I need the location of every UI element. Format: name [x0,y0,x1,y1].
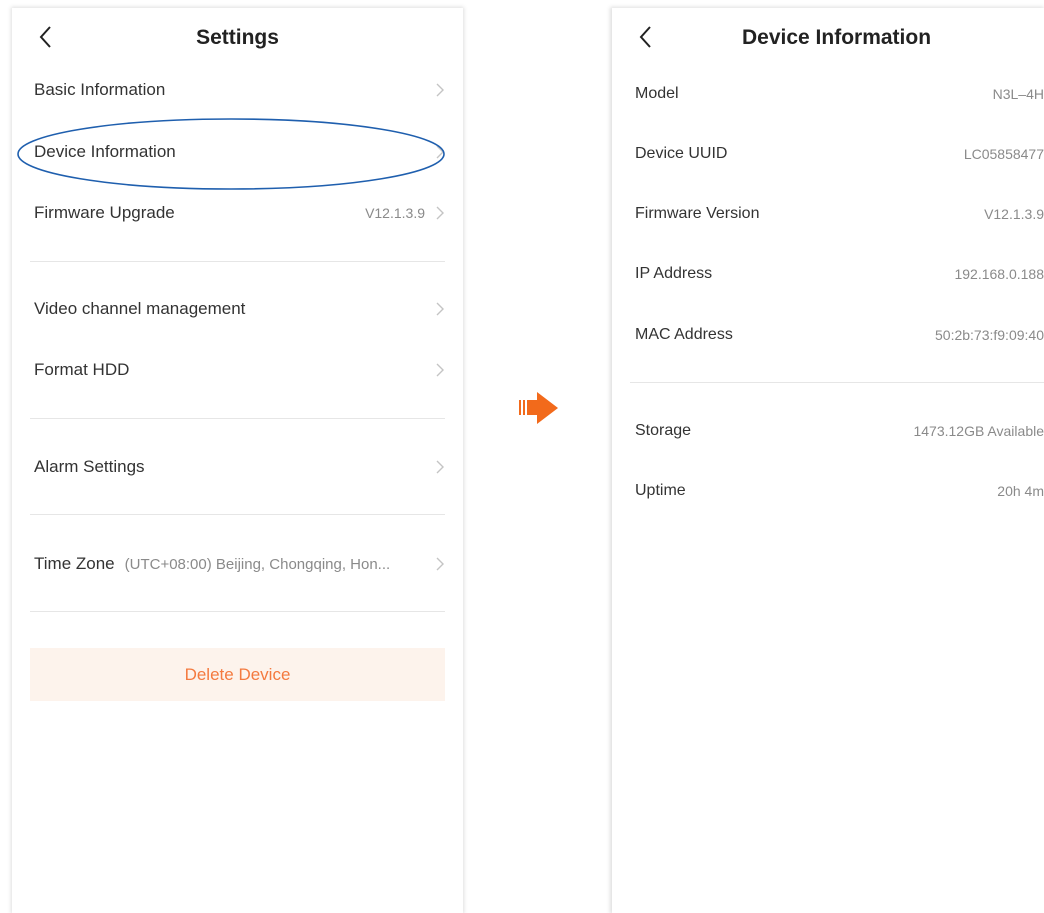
device-information-screen: Device Information Model N3L–4H Device U… [612,8,1044,913]
info-value: LC05858477 [963,146,1044,162]
row-label: Format HDD [34,360,130,379]
uptime-row: Uptime 20h 4m [635,471,1044,511]
info-label: MAC Address [635,326,733,343]
chevron-right-icon [436,302,444,316]
video-channel-management-row[interactable]: Video channel management [34,289,445,329]
page-title: Settings [196,26,279,49]
info-label: Device UUID [635,145,728,162]
chevron-right-icon [436,145,444,159]
model-row: Model N3L–4H [635,74,1044,114]
info-label: Model [635,85,679,102]
info-label: IP Address [635,265,713,282]
settings-screen: Settings Basic Information Device Inform… [12,8,463,913]
chevron-right-icon [436,557,444,571]
time-zone-row[interactable]: Time Zone (UTC+08:00) Beijing, Chongqing,… [34,544,445,584]
settings-header: Settings [12,8,463,66]
time-zone-value: (UTC+08:00) Beijing, Chongqing, Hon... [124,556,391,573]
chevron-right-icon [436,83,444,97]
arrow-right-icon [519,392,558,424]
chevron-right-icon [436,460,444,474]
delete-device-button[interactable]: Delete Device [30,648,445,701]
divider [30,261,445,262]
info-value: 192.168.0.188 [954,266,1044,282]
divider [30,514,445,515]
row-label: Firmware Upgrade [34,203,175,222]
back-button[interactable] [630,20,664,54]
firmware-version-row: Firmware Version V12.1.3.9 [635,194,1044,234]
info-value: V12.1.3.9 [984,206,1044,222]
divider [30,418,445,419]
row-label: Video channel management [34,299,246,318]
basic-information-row[interactable]: Basic Information [34,70,445,110]
info-value: 20h 4m [997,483,1044,499]
mac-address-row: MAC Address 50:2b:73:f9:09:40 [635,315,1044,355]
info-label: Firmware Version [635,205,760,222]
device-information-header: Device Information [612,8,1044,66]
firmware-version-value: V12.1.3.9 [365,205,425,221]
chevron-left-icon [639,26,651,48]
time-zone-label: Time Zone [34,554,115,573]
info-value: 50:2b:73:f9:09:40 [935,327,1044,343]
info-label: Storage [635,422,692,439]
page-title: Device Information [742,26,932,49]
info-value: 1473.12GB Available [913,423,1044,439]
device-information-row[interactable]: Device Information [34,132,445,172]
ip-address-row: IP Address 192.168.0.188 [635,254,1044,294]
row-label: Device Information [34,142,176,161]
firmware-upgrade-row[interactable]: Firmware Upgrade V12.1.3.9 [34,193,445,233]
row-label: Basic Information [34,80,166,99]
divider [30,611,445,612]
info-label: Uptime [635,482,686,499]
storage-row: Storage 1473.12GB Available [635,411,1044,451]
alarm-settings-row[interactable]: Alarm Settings [34,447,445,487]
row-label: Alarm Settings [34,457,145,476]
format-hdd-row[interactable]: Format HDD [34,350,445,390]
device-uuid-row: Device UUID LC05858477 [635,134,1044,174]
chevron-right-icon [436,206,444,220]
divider [630,382,1044,383]
info-value: N3L–4H [992,86,1044,102]
chevron-right-icon [436,363,444,377]
